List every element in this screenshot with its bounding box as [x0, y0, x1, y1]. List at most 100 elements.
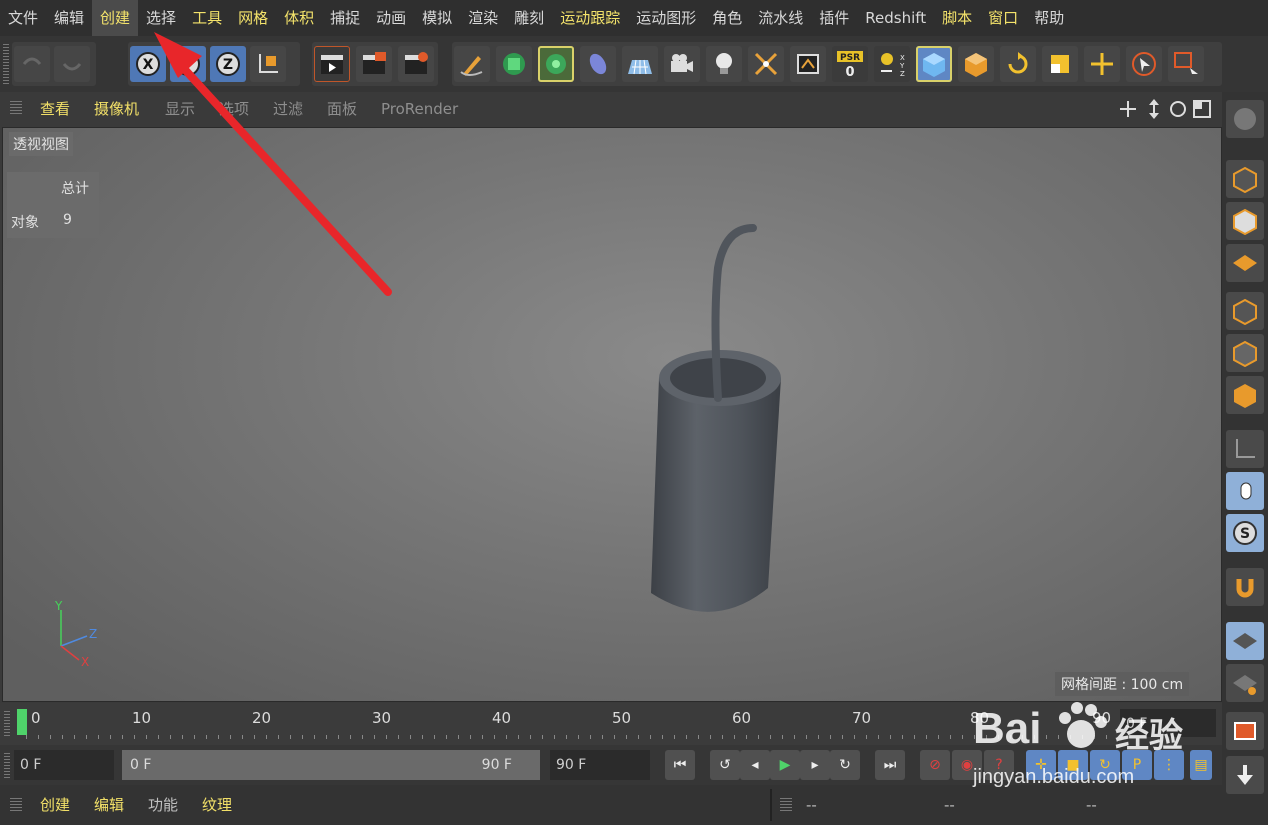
cylinder-model[interactable] — [563, 208, 883, 648]
palette-axis-button[interactable] — [1226, 430, 1264, 468]
palette-plane-button[interactable] — [1226, 244, 1264, 282]
dolly-icon[interactable] — [1149, 99, 1159, 119]
baidu-paw-icon — [1059, 702, 1107, 748]
next-frame-button[interactable]: ▸ — [800, 750, 830, 780]
menu-redshift[interactable]: Redshift — [857, 0, 934, 36]
pen-tool-button[interactable] — [454, 46, 490, 82]
deformer-icon — [589, 53, 607, 75]
psr-button[interactable]: PSR 0 — [832, 46, 868, 82]
tick-label-50: 50 — [612, 709, 632, 727]
palette-cube-button[interactable] — [1226, 160, 1264, 198]
go-to-start-button[interactable]: ⏮ — [665, 750, 695, 780]
viewport-menu-cameras[interactable]: 摄像机 — [94, 92, 139, 126]
scene-button[interactable] — [790, 46, 826, 82]
menu-plugins[interactable]: 插件 — [811, 0, 857, 36]
deformer-button[interactable] — [580, 46, 616, 82]
next-key-button[interactable]: ↻ — [830, 750, 860, 780]
floor-button[interactable] — [622, 46, 658, 82]
palette-window-button[interactable] — [1226, 712, 1264, 750]
watermark-brand: Bai — [973, 704, 1042, 753]
scene-stats-panel: 总计 对象 9 — [7, 172, 99, 238]
menu-script[interactable]: 脚本 — [934, 0, 980, 36]
scale-tool-button[interactable] — [1042, 46, 1078, 82]
move-tool-button[interactable] — [1084, 46, 1120, 82]
palette-workplane-button[interactable] — [1226, 664, 1264, 702]
transport-grip[interactable] — [4, 753, 10, 779]
menu-mograph[interactable]: 运动图形 — [628, 0, 704, 36]
workplane-icon — [1233, 675, 1257, 695]
palette-download-button[interactable] — [1226, 756, 1264, 794]
max-frame-field[interactable]: 90 F — [550, 750, 650, 780]
rect-select-button[interactable] — [1168, 46, 1204, 82]
svg-text:Z: Z — [89, 627, 97, 641]
redo-button[interactable] — [54, 46, 90, 82]
menu-pipeline[interactable]: 流水线 — [750, 0, 811, 36]
toolbar-grip[interactable] — [3, 44, 9, 84]
live-select-button[interactable] — [1126, 46, 1162, 82]
menu-create[interactable]: 创建 — [92, 0, 139, 36]
menu-file[interactable]: 文件 — [0, 0, 46, 36]
subdivision-button[interactable] — [496, 46, 532, 82]
viewport-menu-view[interactable]: 查看 — [40, 92, 70, 126]
coordinates-button[interactable]: XYZ — [874, 46, 910, 82]
svg-text:Z: Z — [900, 70, 905, 78]
materials-menu-function[interactable]: 功能 — [148, 785, 178, 825]
coordinates-grip[interactable] — [780, 798, 792, 812]
coordinates-icon: XYZ — [881, 53, 905, 78]
effector-button[interactable] — [748, 46, 784, 82]
play-button[interactable]: ▶ — [770, 750, 800, 780]
palette-solo-button[interactable]: S — [1226, 514, 1264, 552]
tick-marks — [26, 735, 1116, 739]
palette-edges-button[interactable] — [1226, 334, 1264, 372]
undo-button[interactable] — [14, 46, 50, 82]
record-keys-button[interactable]: ⊘ — [920, 750, 950, 780]
playhead[interactable] — [17, 709, 27, 735]
svg-text:PSR: PSR — [840, 53, 860, 63]
palette-snap-button[interactable] — [1226, 568, 1264, 606]
play-icon: ▶ — [779, 757, 791, 773]
previous-frame-button[interactable]: ◂ — [740, 750, 770, 780]
stats-objects-label: 对象 — [11, 215, 39, 231]
move-icon — [1091, 53, 1113, 75]
menu-motion-tracking[interactable]: 运动跟踪 — [552, 0, 628, 36]
object-mode-button[interactable] — [958, 46, 994, 82]
tick-label-10: 10 — [132, 709, 152, 727]
materials-menu-create[interactable]: 创建 — [40, 785, 70, 825]
materials-menu-texture[interactable]: 纹理 — [202, 785, 232, 825]
menu-render[interactable]: 渲染 — [460, 0, 506, 36]
camera-button[interactable] — [664, 46, 700, 82]
palette-points-button[interactable] — [1226, 292, 1264, 330]
menu-simulate[interactable]: 模拟 — [414, 0, 460, 36]
lightbulb-icon — [716, 53, 732, 74]
cloner-button[interactable] — [538, 46, 574, 82]
timeline-grip[interactable] — [4, 711, 10, 737]
menu-edit[interactable]: 编辑 — [46, 0, 92, 36]
materials-grip[interactable] — [10, 798, 22, 812]
palette-tweak-button[interactable] — [1226, 472, 1264, 510]
current-frame-field[interactable]: 0 F — [14, 750, 114, 780]
rotate-tool-button[interactable] — [1000, 46, 1036, 82]
tick-label-30: 30 — [372, 709, 392, 727]
menu-window[interactable]: 窗口 — [980, 0, 1026, 36]
range-end-label: 90 F — [481, 757, 512, 773]
magnet-icon — [1236, 579, 1254, 598]
menu-sculpt[interactable]: 雕刻 — [506, 0, 552, 36]
viewport-menu-grip[interactable] — [10, 101, 22, 115]
light-button[interactable] — [706, 46, 742, 82]
palette-globe-button[interactable] — [1226, 100, 1264, 138]
menu-help[interactable]: 帮助 — [1026, 0, 1072, 36]
model-mode-button[interactable] — [916, 46, 952, 82]
baidu-watermark: Bai 经验 jingyan.baidu.com — [965, 690, 1215, 800]
palette-checker-cube-button[interactable] — [1226, 202, 1264, 240]
menu-character[interactable]: 角色 — [704, 0, 750, 36]
materials-menu-edit[interactable]: 编辑 — [94, 785, 124, 825]
palette-polygons-button[interactable] — [1226, 376, 1264, 414]
go-to-end-button[interactable]: ⏭ — [875, 750, 905, 780]
maximize-view-icon[interactable] — [1193, 100, 1211, 118]
pan-icon[interactable] — [1120, 101, 1136, 117]
palette-workplane-lock-button[interactable] — [1226, 622, 1264, 660]
preview-range-slider[interactable]: 0 F 90 F — [122, 750, 540, 780]
coord-field-1: -- — [806, 796, 817, 814]
previous-key-button[interactable]: ↺ — [710, 750, 740, 780]
orbit-icon[interactable] — [1170, 101, 1186, 117]
